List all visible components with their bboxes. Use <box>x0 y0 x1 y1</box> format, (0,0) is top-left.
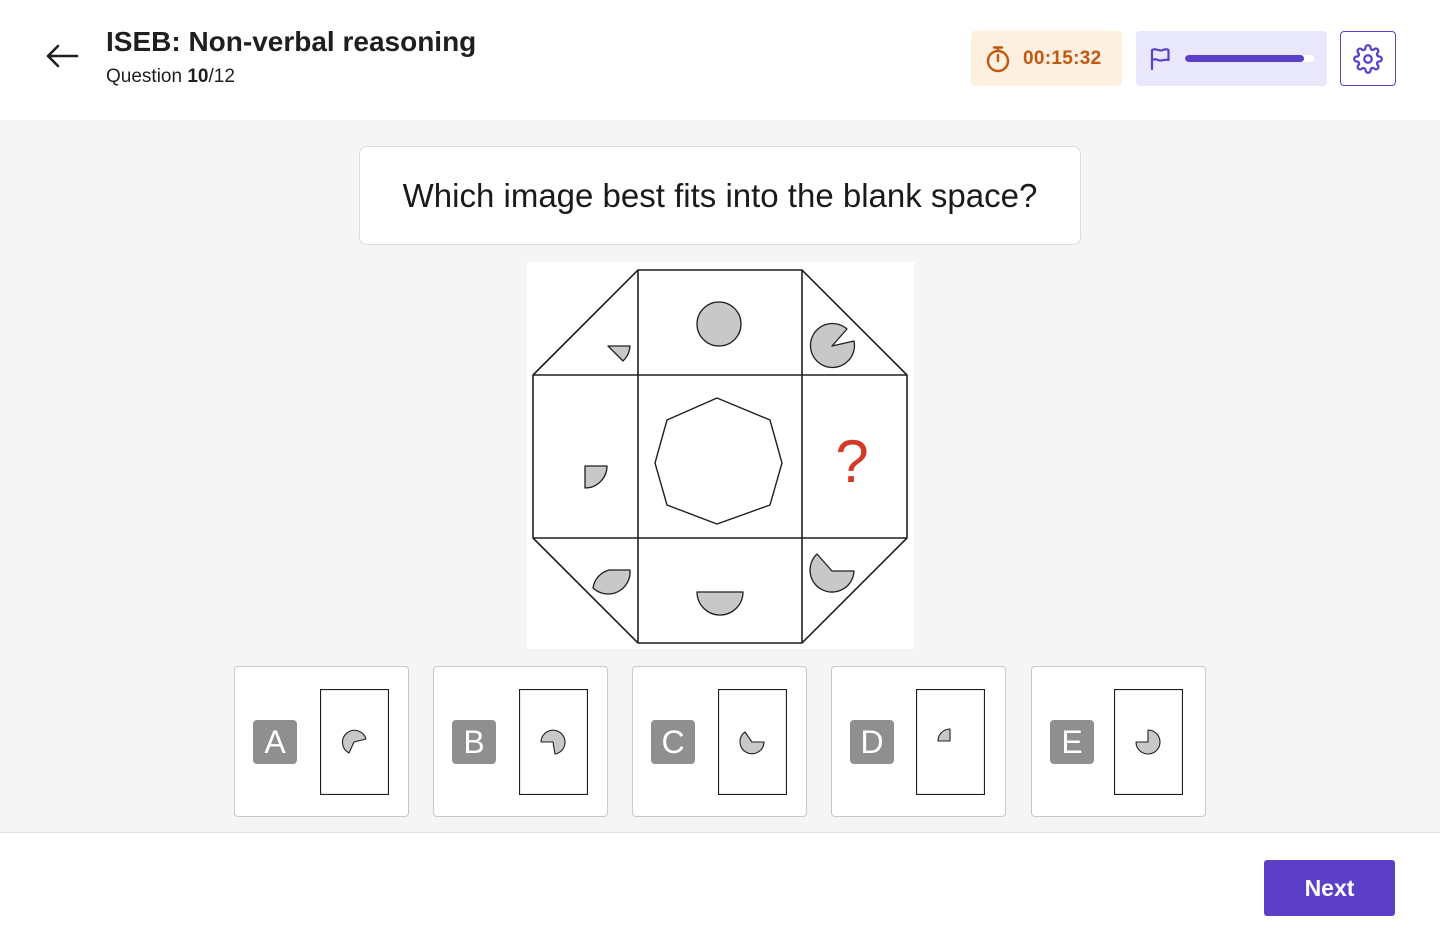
option-e-image <box>1114 689 1183 795</box>
settings-button[interactable] <box>1340 31 1396 86</box>
next-button[interactable]: Next <box>1264 860 1395 916</box>
question-card: Which image best fits into the blank spa… <box>359 146 1081 245</box>
option-c-image <box>718 689 787 795</box>
footer: Next <box>0 832 1440 940</box>
back-button[interactable] <box>40 36 84 76</box>
option-d-image <box>916 689 985 795</box>
question-label: Question <box>106 66 183 87</box>
progress-fill <box>1185 55 1304 62</box>
option-d[interactable]: D <box>831 666 1006 817</box>
timer: 00:15:32 <box>971 31 1122 86</box>
flag-icon <box>1150 47 1170 70</box>
question-total: /12 <box>208 66 235 87</box>
arrow-left-icon <box>46 44 79 68</box>
option-letter: C <box>651 720 695 764</box>
header: ISEB: Non-verbal reasoning Question 10/1… <box>0 0 1440 120</box>
shape-quarter-circle <box>584 465 608 489</box>
option-c[interactable]: C <box>632 666 807 817</box>
option-a[interactable]: A <box>234 666 409 817</box>
puzzle-image: ? <box>527 262 914 649</box>
shape-pacman <box>809 322 856 369</box>
question-mark: ? <box>835 428 868 495</box>
shape-segment <box>592 569 631 595</box>
option-letter: A <box>253 720 297 764</box>
gear-icon <box>1353 43 1383 74</box>
question-current: 10 <box>187 66 209 87</box>
option-letter: E <box>1050 720 1094 764</box>
question-text: Which image best fits into the blank spa… <box>402 176 1038 214</box>
center-octagon <box>654 397 783 525</box>
progress-track <box>1185 55 1314 62</box>
timer-text: 00:15:32 <box>1023 47 1102 69</box>
option-a-image <box>320 689 389 795</box>
option-b-image <box>519 689 588 795</box>
stopwatch-icon <box>986 45 1010 72</box>
flag-progress[interactable] <box>1136 31 1327 86</box>
option-letter: B <box>452 720 496 764</box>
shape-half-circle <box>696 591 744 616</box>
option-b[interactable]: B <box>433 666 608 817</box>
shape-small-wedge <box>607 345 631 362</box>
shape-three-eighths <box>809 553 855 593</box>
shape-full-circle <box>696 301 742 347</box>
puzzle-figure: ? <box>532 269 908 644</box>
option-e[interactable]: E <box>1031 666 1206 817</box>
page-title: ISEB: Non-verbal reasoning <box>106 26 477 57</box>
question-counter: Question 10/12 <box>106 66 235 88</box>
option-letter: D <box>850 720 894 764</box>
